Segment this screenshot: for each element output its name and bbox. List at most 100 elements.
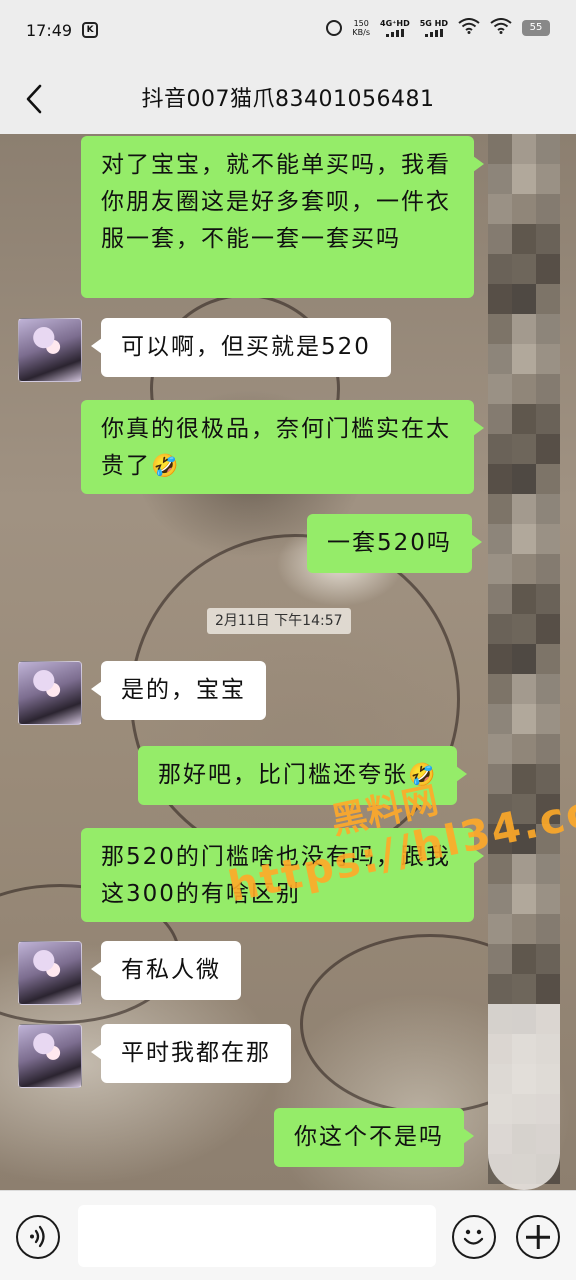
mosaic-tile xyxy=(536,224,560,254)
message-text: 那好吧，比门槛还夸张 xyxy=(158,762,408,788)
mosaic-tile xyxy=(488,134,512,164)
mosaic-tile xyxy=(536,434,560,464)
contact-avatar[interactable] xyxy=(18,661,82,725)
signal-bars-icon xyxy=(385,29,404,37)
mosaic-tile xyxy=(488,284,512,314)
mosaic-tile xyxy=(512,434,536,464)
mosaic-tile xyxy=(512,974,536,1004)
message-text-input[interactable] xyxy=(78,1205,436,1267)
mosaic-tile xyxy=(488,374,512,404)
mosaic-tile xyxy=(512,254,536,284)
status-indicators: 150 KB/s 4G⁺HD 5G HD 55 xyxy=(326,18,550,38)
mosaic-tile xyxy=(512,614,536,644)
mosaic-tile xyxy=(536,914,560,944)
mosaic-tile xyxy=(488,794,512,824)
mosaic-tile xyxy=(488,254,512,284)
mosaic-tile xyxy=(488,734,512,764)
mosaic-tile xyxy=(512,644,536,674)
message-bubble-received[interactable]: 可以啊，但买就是520 xyxy=(91,318,391,377)
mosaic-tile xyxy=(536,344,560,374)
contact-avatar[interactable] xyxy=(18,318,82,382)
mosaic-tile xyxy=(536,404,560,434)
mosaic-tile xyxy=(536,674,560,704)
mosaic-tile xyxy=(536,824,560,854)
mosaic-tile xyxy=(488,314,512,344)
signal-4g-label: 4G⁺HD xyxy=(380,19,410,28)
mosaic-tile xyxy=(512,794,536,824)
mosaic-tile xyxy=(536,584,560,614)
smiley-icon xyxy=(463,1229,484,1245)
mosaic-tile xyxy=(536,614,560,644)
message-bubble-sent[interactable]: 你这个不是吗 xyxy=(274,1108,474,1167)
mosaic-tile xyxy=(512,374,536,404)
network-speed-unit: KB/s xyxy=(352,28,371,37)
contact-avatar[interactable] xyxy=(18,941,82,1005)
message-bubble-sent[interactable]: 一套520吗 xyxy=(307,514,482,573)
message-bubble-sent[interactable]: 你真的很极品，奈何门槛实在太贵了🤣 xyxy=(81,400,484,494)
laughing-emoji-icon: 🤣 xyxy=(151,454,181,479)
message-text: 平时我都在那 xyxy=(121,1040,271,1066)
message-bubble-received[interactable]: 平时我都在那 xyxy=(91,1024,291,1083)
mosaic-tile xyxy=(512,194,536,224)
emoji-button[interactable] xyxy=(452,1215,496,1259)
mosaic-tile xyxy=(488,224,512,254)
mosaic-tile xyxy=(488,524,512,554)
back-arrow-icon[interactable] xyxy=(24,84,46,114)
contact-avatar[interactable] xyxy=(18,1024,82,1088)
mosaic-tile xyxy=(536,494,560,524)
message-bubble-sent[interactable]: 对了宝宝，就不能单买吗，我看你朋友圈这是好多套呗，一件衣服一套，不能一套一套买吗 xyxy=(81,136,484,298)
mosaic-tile xyxy=(536,194,560,224)
mosaic-tile xyxy=(488,944,512,974)
mosaic-tile xyxy=(512,314,536,344)
message-bubble-sent[interactable]: 那好吧，比门槛还夸张🤣 xyxy=(138,746,468,805)
chat-message-area[interactable]: 对了宝宝，就不能单买吗，我看你朋友圈这是好多套呗，一件衣服一套，不能一套一套买吗… xyxy=(0,134,576,1190)
wifi-icon xyxy=(458,18,480,38)
voice-input-button[interactable] xyxy=(16,1215,60,1259)
laughing-emoji-icon: 🤣 xyxy=(408,763,438,788)
message-bubble-sent[interactable]: 那520的门槛啥也没有吗，跟我这300的有啥区别 xyxy=(81,828,484,922)
mosaic-tile xyxy=(488,704,512,734)
signal-4g: 4G⁺HD xyxy=(380,19,410,37)
message-text: 是的，宝宝 xyxy=(121,677,246,703)
message-text: 可以啊，但买就是520 xyxy=(121,334,371,360)
mosaic-tile xyxy=(488,164,512,194)
mosaic-tile xyxy=(512,404,536,434)
mosaic-tile xyxy=(512,524,536,554)
more-options-button[interactable] xyxy=(516,1215,560,1259)
mosaic-tile xyxy=(536,734,560,764)
mosaic-tile xyxy=(512,584,536,614)
mosaic-tile xyxy=(512,884,536,914)
mosaic-tile xyxy=(488,824,512,854)
scroll-overlay xyxy=(488,1004,560,1190)
mosaic-tile xyxy=(512,284,536,314)
mosaic-tile xyxy=(488,494,512,524)
mosaic-tile xyxy=(488,464,512,494)
mosaic-tile xyxy=(488,554,512,584)
message-bubble-received[interactable]: 有私人微 xyxy=(91,941,241,1000)
mosaic-tile xyxy=(488,854,512,884)
network-speed: 150 KB/s xyxy=(352,19,370,37)
app-notification-icon: K xyxy=(82,22,99,38)
mosaic-tile xyxy=(512,854,536,884)
mosaic-tile xyxy=(488,344,512,374)
mosaic-tile xyxy=(536,644,560,674)
mosaic-tile xyxy=(512,824,536,854)
signal-bars-icon xyxy=(424,29,443,37)
signal-5g: 5G HD xyxy=(420,19,448,37)
mosaic-tile xyxy=(536,254,560,284)
message-timestamp: 2月11日 下午14:57 xyxy=(207,608,351,634)
input-toolbar xyxy=(0,1190,576,1280)
wifi-icon xyxy=(490,18,512,38)
mosaic-tile xyxy=(512,674,536,704)
mosaic-tile xyxy=(536,134,560,164)
mosaic-tile xyxy=(488,644,512,674)
mosaic-tile xyxy=(536,854,560,884)
status-time: 17:49 xyxy=(26,20,73,40)
signal-5g-label: 5G HD xyxy=(419,19,448,28)
message-bubble-received[interactable]: 是的，宝宝 xyxy=(91,661,266,720)
mosaic-tile xyxy=(512,764,536,794)
mosaic-tile xyxy=(536,764,560,794)
mosaic-tile xyxy=(488,194,512,224)
mosaic-tile xyxy=(488,914,512,944)
mosaic-tile xyxy=(488,434,512,464)
